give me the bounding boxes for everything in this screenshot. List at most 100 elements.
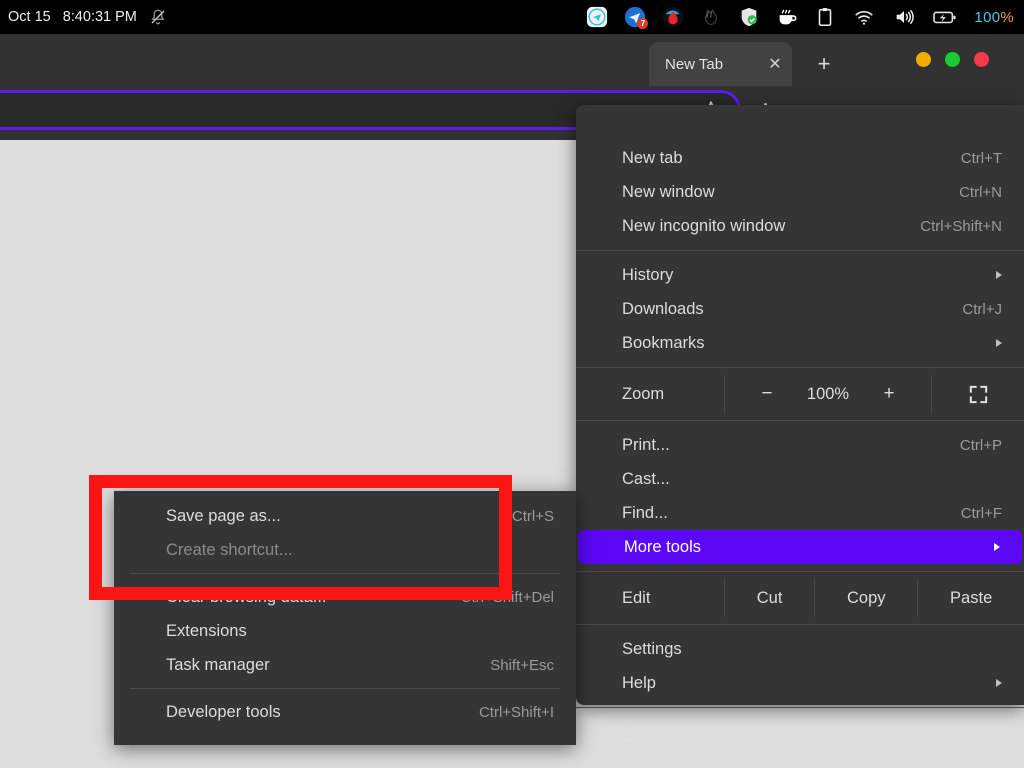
menu-item-shortcut: Ctrl+N	[959, 183, 1002, 201]
browser-main-menu: New tab Ctrl+T New window Ctrl+N New inc…	[576, 105, 1024, 741]
menu-item-exit[interactable]: Exit	[576, 715, 1024, 749]
menu-item-label: New incognito window	[622, 216, 786, 235]
system-tray: 7 100%	[586, 6, 1024, 29]
menu-separator	[576, 624, 1024, 625]
submenu-item-label: Developer tools	[166, 702, 281, 721]
submenu-item-task-manager[interactable]: Task manager Shift+Esc	[114, 648, 576, 682]
menu-item-label: Settings	[622, 639, 682, 658]
clipboard-icon[interactable]	[814, 6, 836, 28]
menu-item-label: Print...	[622, 435, 670, 454]
menu-item-new-window[interactable]: New window Ctrl+N	[576, 175, 1024, 209]
submenu-item-shortcut: Shift+Esc	[490, 656, 554, 674]
submenu-item-label: Create shortcut...	[166, 540, 293, 559]
menu-separator	[576, 367, 1024, 368]
fullscreen-icon[interactable]	[932, 383, 1024, 406]
submenu-separator	[130, 688, 560, 689]
menu-item-label: Cast...	[622, 469, 670, 488]
menu-item-label: New tab	[622, 148, 683, 167]
shield-check-icon[interactable]	[738, 6, 760, 28]
zoom-label: Zoom	[622, 384, 665, 403]
menu-item-label: Exit	[622, 722, 650, 741]
app-indicator-icon[interactable]	[662, 6, 684, 28]
zoom-in-button[interactable]: +	[878, 383, 900, 405]
submenu-separator	[130, 573, 560, 574]
battery-charging-icon[interactable]	[932, 6, 958, 28]
menu-edit-row: Edit Cut Copy Paste	[576, 579, 1024, 617]
menu-separator	[576, 250, 1024, 251]
menu-item-settings[interactable]: Settings	[576, 632, 1024, 666]
submenu-item-shortcut: Ctrl+Shift+Del	[460, 588, 554, 606]
chevron-right-icon	[996, 339, 1002, 347]
menu-item-label: Downloads	[622, 299, 704, 318]
copy-button[interactable]: Copy	[815, 589, 917, 608]
telegram-icon[interactable]: 7	[624, 6, 649, 29]
chevron-right-icon	[994, 543, 1000, 551]
menu-separator	[576, 420, 1024, 421]
menu-item-new-tab[interactable]: New tab Ctrl+T	[576, 141, 1024, 175]
new-tab-button[interactable]: +	[811, 52, 837, 78]
menu-separator	[576, 571, 1024, 572]
close-icon[interactable]: ✕	[764, 53, 786, 75]
menu-item-shortcut: Ctrl+P	[959, 436, 1002, 454]
maximize-button[interactable]	[945, 52, 960, 67]
submenu-item-save-page-as[interactable]: Save page as... Ctrl+S	[114, 499, 576, 533]
status-bar-date: Oct 15	[8, 9, 51, 25]
battery-percentage-unit: %	[1000, 8, 1014, 26]
battery-percentage: 100%	[974, 9, 1014, 26]
menu-item-more-tools[interactable]: More tools	[578, 530, 1022, 564]
menu-item-new-incognito-window[interactable]: New incognito window Ctrl+Shift+N	[576, 209, 1024, 243]
flame-icon[interactable]	[700, 6, 722, 28]
menu-item-label: New window	[622, 182, 715, 201]
menu-item-label: Help	[622, 673, 656, 692]
tab-title: New Tab	[665, 55, 724, 73]
bell-muted-icon[interactable]	[149, 8, 167, 26]
minimize-button[interactable]	[916, 52, 931, 67]
menu-item-history[interactable]: History	[576, 258, 1024, 292]
window-controls	[916, 52, 989, 67]
submenu-item-shortcut: Ctrl+S	[511, 507, 554, 525]
messenger-app-icon[interactable]	[586, 6, 608, 28]
cut-button[interactable]: Cut	[725, 589, 814, 608]
submenu-item-label: Extensions	[166, 621, 247, 640]
more-tools-submenu: Save page as... Ctrl+S Create shortcut..…	[114, 491, 576, 745]
tab-strip: New Tab ✕ +	[0, 34, 1024, 86]
status-bar-clock[interactable]: Oct 15 8:40:31 PM	[0, 8, 167, 26]
submenu-item-developer-tools[interactable]: Developer tools Ctrl+Shift+I	[114, 695, 576, 729]
browser-tab[interactable]: New Tab ✕	[649, 42, 792, 86]
wifi-icon[interactable]	[852, 6, 876, 28]
submenu-item-clear-browsing-data[interactable]: Clear browsing data... Ctrl+Shift+Del	[114, 580, 576, 614]
submenu-item-extensions[interactable]: Extensions	[114, 614, 576, 648]
submenu-item-label: Save page as...	[166, 506, 281, 525]
zoom-out-button[interactable]: −	[756, 383, 778, 405]
menu-item-cast[interactable]: Cast...	[576, 462, 1024, 496]
submenu-item-label: Task manager	[166, 655, 270, 674]
menu-item-label: Find...	[622, 503, 668, 522]
menu-item-shortcut: Ctrl+F	[960, 504, 1002, 522]
menu-item-help[interactable]: Help	[576, 666, 1024, 700]
battery-percentage-value: 100	[974, 8, 1001, 26]
menu-item-bookmarks[interactable]: Bookmarks	[576, 326, 1024, 360]
edit-label: Edit	[622, 588, 651, 607]
menu-item-print[interactable]: Print... Ctrl+P	[576, 428, 1024, 462]
coffee-cup-icon[interactable]	[776, 6, 798, 28]
close-window-button[interactable]	[974, 52, 989, 67]
submenu-item-label: Clear browsing data...	[166, 587, 327, 606]
system-status-bar: Oct 15 8:40:31 PM 7 100%	[0, 0, 1024, 34]
menu-item-shortcut: Ctrl+J	[962, 300, 1002, 318]
volume-icon[interactable]	[892, 6, 916, 28]
submenu-item-create-shortcut: Create shortcut...	[114, 533, 576, 567]
chevron-right-icon	[996, 679, 1002, 687]
menu-zoom-row: Zoom − 100% +	[576, 375, 1024, 413]
zoom-controls: − 100% +	[725, 383, 931, 405]
menu-separator	[576, 707, 1024, 708]
menu-item-find[interactable]: Find... Ctrl+F	[576, 496, 1024, 530]
screen: Oct 15 8:40:31 PM 7 100% New Tab ✕ + New…	[0, 0, 1024, 768]
zoom-level-value: 100%	[806, 384, 850, 403]
chevron-right-icon	[996, 271, 1002, 279]
paste-button[interactable]: Paste	[918, 589, 1024, 608]
menu-item-shortcut: Ctrl+T	[960, 149, 1002, 167]
menu-item-label: History	[622, 265, 674, 284]
menu-item-shortcut: Ctrl+Shift+N	[920, 217, 1002, 235]
menu-item-downloads[interactable]: Downloads Ctrl+J	[576, 292, 1024, 326]
status-bar-time: 8:40:31 PM	[62, 9, 137, 25]
